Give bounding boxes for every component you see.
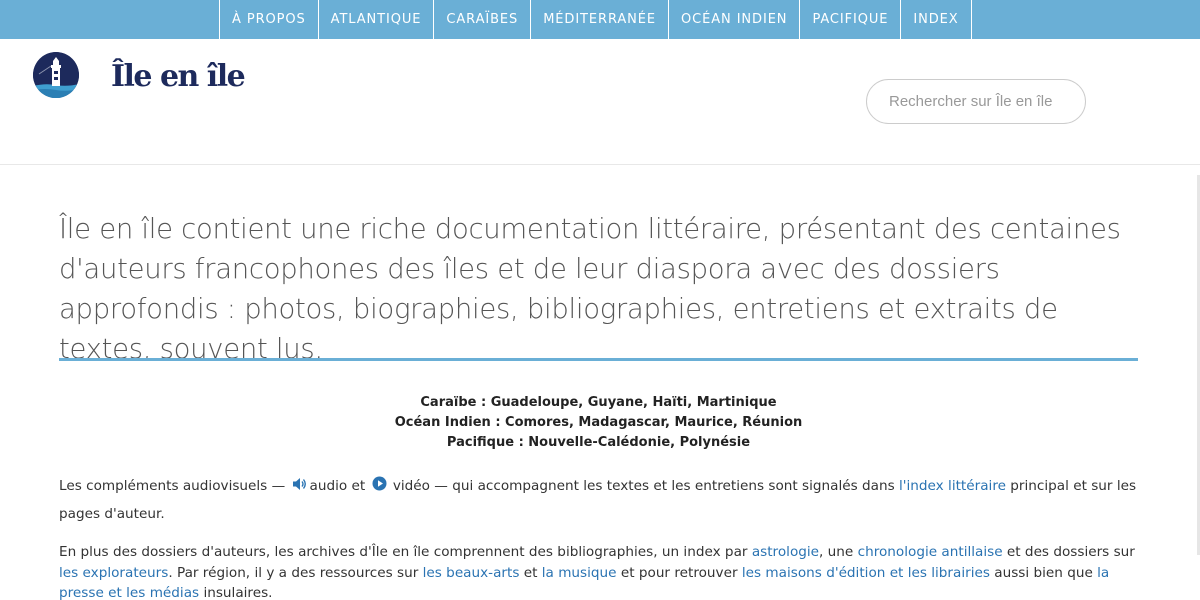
p2-text-5: et [523,564,538,581]
link-beaux-arts[interactable]: les beaux-arts [423,565,520,581]
paragraph-audiovisual: Les compléments audiovisuels — audio et … [59,473,1138,528]
p2-text-1: En plus des dossiers d'auteurs, les arch… [59,544,748,560]
region-ocean-indien: Océan Indien : Comores, Madagascar, Maur… [394,415,803,430]
p2-text-7: aussi bien que [994,564,1093,581]
top-nav-list: À PROPOS ATLANTIQUE CARAÏBES MÉDITERRANÉ… [219,0,972,39]
link-index-litteraire[interactable]: l'index littéraire [899,478,1006,494]
p2-text-2: , une [819,544,854,560]
nav-item-mediterranee[interactable]: MÉDITERRANÉE [531,0,670,39]
link-musique[interactable]: la musique [542,565,617,581]
link-explorateurs[interactable]: les explorateurs [59,565,168,581]
nav-item-atlantique[interactable]: ATLANTIQUE [319,0,435,39]
region-pacifique: Pacifique : Nouvelle-Calédonie, Polynési… [446,435,751,450]
play-icon [372,474,387,501]
p1-text: Les compléments audiovisuels — [59,478,286,494]
regions-list: Caraïbe : Guadeloupe, Guyane, Haïti, Mar… [59,393,1138,453]
nav-item-a-propos[interactable]: À PROPOS [220,0,319,39]
p1-audio-text: audio et [309,478,366,494]
speaker-icon [292,474,308,501]
nav-item-pacifique[interactable]: PACIFIQUE [800,0,902,39]
link-chronologie-antillaise[interactable]: chronologie antillaise [858,544,1003,560]
intro-lead: Île en île contient une riche documentat… [59,213,1121,365]
p1-video-text: vidéo — qui accompagnent les textes et l… [392,478,895,494]
site-title[interactable]: Île en île [111,59,246,94]
top-nav: À PROPOS ATLANTIQUE CARAÏBES MÉDITERRANÉ… [0,0,1200,39]
nav-item-caraibes[interactable]: CARAÏBES [434,0,532,39]
nav-item-ocean-indien[interactable]: OCÉAN INDIEN [669,0,801,39]
search-input[interactable] [866,79,1086,124]
region-caraibe: Caraïbe : Guadeloupe, Guyane, Haïti, Mar… [420,395,777,410]
p2-text-3: et des dossiers sur [1006,544,1135,560]
nav-item-index[interactable]: INDEX [901,0,972,39]
lighthouse-logo-icon[interactable] [33,52,79,98]
link-astrologie[interactable]: astrologie [752,544,819,560]
p2-text-4: . Par région, il y a des ressources sur [168,564,419,581]
p2-text-8: insulaires. [203,585,273,600]
link-maisons-edition[interactable]: les maisons d'édition et les librairies [742,565,990,581]
site-header: Île en île [0,39,1200,165]
p2-text-6: et pour retrouver [620,564,738,581]
paragraph-archives: En plus des dossiers d'auteurs, les arch… [59,542,1138,600]
divider [59,358,1138,361]
